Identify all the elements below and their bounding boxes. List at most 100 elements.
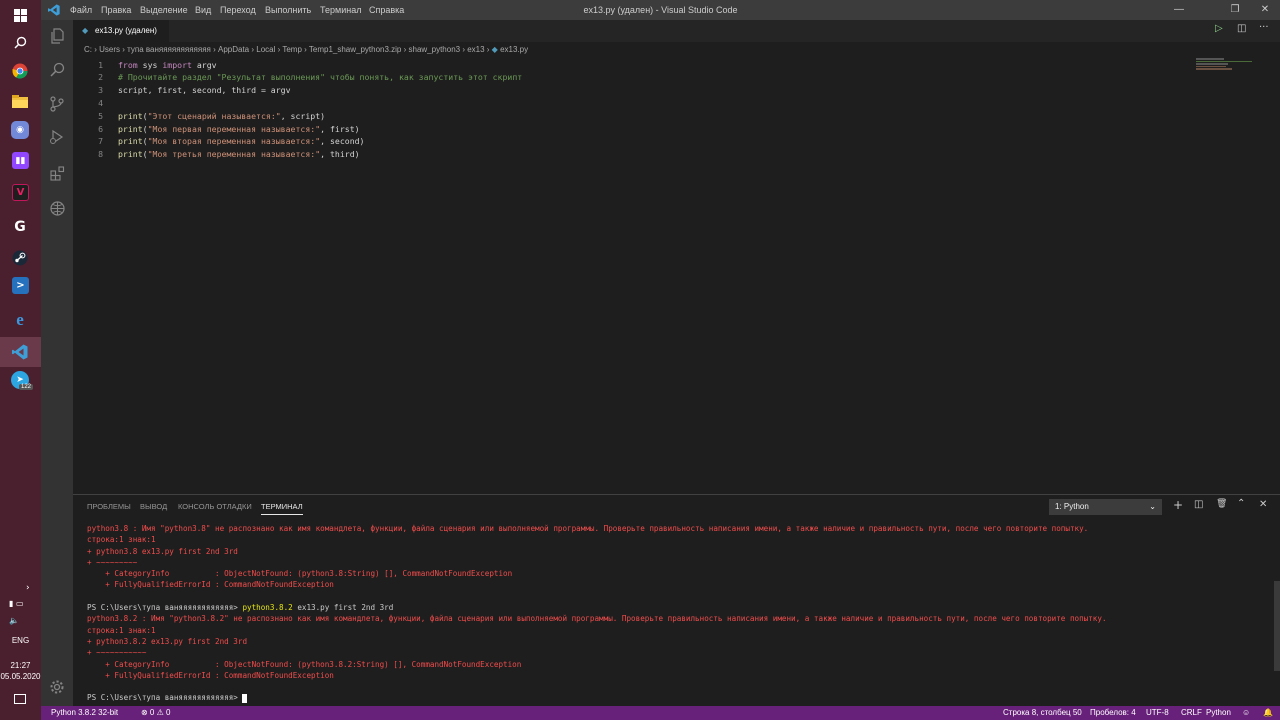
terminal-cursor <box>242 693 248 703</box>
terminal-line: PS C:\Users\тупа ваняяяяяяяяяяяя> python… <box>87 603 394 613</box>
breadcrumb-item[interactable]: тупа ваняяяяяяяяяяяя <box>127 45 211 54</box>
powershell-icon[interactable]: > <box>12 277 29 294</box>
chrome-icon[interactable] <box>8 59 32 83</box>
remote-explorer-icon[interactable] <box>41 192 73 224</box>
source-control-icon[interactable] <box>41 88 73 120</box>
terminal-line: + CategoryInfo : ObjectNotFound: (python… <box>87 569 513 579</box>
tab-debug-console[interactable]: КОНСОЛЬ ОТЛАДКИ <box>178 502 252 511</box>
breadcrumb-item[interactable]: Temp1_shaw_python3.zip <box>309 45 402 54</box>
code-editor[interactable]: 1 from sys import argv 2 # Прочитайте разде… <box>73 58 1280 494</box>
edge-icon[interactable]: e <box>8 308 32 332</box>
minimap[interactable] <box>1196 58 1256 70</box>
discord-icon[interactable]: ◉ <box>11 121 29 139</box>
cursor-position[interactable]: Строка 8, столбец 50 <box>1003 706 1082 720</box>
windows-start-icon[interactable] <box>8 3 32 27</box>
vs-icon[interactable]: V <box>12 184 29 201</box>
terminal-line: + FullyQualifiedErrorId : CommandNotFoun… <box>87 580 334 590</box>
notifications-icon[interactable] <box>14 694 26 704</box>
twitch-icon[interactable]: ▮▮ <box>12 152 29 169</box>
split-editor-icon[interactable]: ◫ <box>1237 23 1246 34</box>
bottom-panel: ПРОБЛЕМЫ ВЫВОД КОНСОЛЬ ОТЛАДКИ ТЕРМИНАЛ … <box>73 494 1280 706</box>
run-python-file-icon[interactable]: ▷ <box>1215 23 1223 34</box>
close-window-button[interactable]: ✕ <box>1250 0 1280 20</box>
close-panel-icon[interactable]: ✕ <box>1259 499 1267 510</box>
tab-output[interactable]: ВЫВОД <box>140 502 167 511</box>
terminal-line: + python3.8.2 ex13.py first 2nd 3rd <box>87 636 248 646</box>
breadcrumb: C: › Users › тупа ваняяяяяяяяяяяя › AppD… <box>73 42 1280 58</box>
clock-time[interactable]: 21:27 <box>0 661 41 670</box>
code-text: print("Моя третья переменная называется:… <box>118 149 360 160</box>
line-number: 7 <box>98 136 103 147</box>
notifications-bell-icon[interactable]: 🔔 <box>1263 706 1273 720</box>
line-ending[interactable]: CRLF <box>1181 706 1202 720</box>
encoding[interactable]: UTF-8 <box>1146 706 1169 720</box>
microphone-network-icon[interactable]: ▮ ▭ <box>9 599 24 608</box>
chevron-down-icon: ⌄ <box>1149 502 1156 511</box>
menu-edit[interactable]: Правка <box>101 0 131 20</box>
menu-selection[interactable]: Выделение <box>140 0 188 20</box>
language-indicator[interactable]: ENG <box>0 636 41 645</box>
clock-date[interactable]: 05.05.2020 <box>0 672 41 681</box>
explorer-icon[interactable] <box>41 20 73 52</box>
new-terminal-icon[interactable]: + <box>1173 498 1183 512</box>
breadcrumb-item[interactable]: AppData <box>218 45 249 54</box>
more-actions-icon[interactable]: ··· <box>1259 22 1269 33</box>
terminal-line: + FullyQualifiedErrorId : CommandNotFoun… <box>87 670 334 680</box>
menu-view[interactable]: Вид <box>195 0 211 20</box>
manage-gear-icon[interactable] <box>41 671 73 703</box>
terminal-select-value: 1: Python <box>1055 502 1089 511</box>
vscode-logo-icon <box>48 4 60 18</box>
kill-terminal-trash-icon[interactable]: 🗑 <box>1216 499 1227 509</box>
extensions-icon[interactable] <box>41 157 73 189</box>
code-text: print("Моя вторая переменная называется:… <box>118 136 365 147</box>
search-icon[interactable] <box>8 30 32 54</box>
problems-count[interactable]: ⊗ 0 ⚠ 0 <box>141 706 170 720</box>
split-terminal-icon[interactable]: ◫ <box>1194 499 1203 510</box>
tab-problems[interactable]: ПРОБЛЕМЫ <box>87 502 131 511</box>
python-interpreter[interactable]: Python 3.8.2 32-bit <box>51 706 118 720</box>
breadcrumb-item[interactable]: Users <box>99 45 120 54</box>
logitech-icon[interactable]: G <box>8 215 32 239</box>
breadcrumb-item[interactable]: Temp <box>282 45 302 54</box>
breadcrumb-item[interactable]: ex13.py <box>500 45 528 54</box>
terminal-scrollbar[interactable] <box>1274 581 1280 671</box>
terminal-select[interactable]: 1: Python ⌄ <box>1049 499 1162 515</box>
tab-ex13-py[interactable]: ◆ ex13.py (удален) <box>73 20 169 42</box>
menu-file[interactable]: Файл <box>70 0 92 20</box>
feedback-icon[interactable]: ☺ <box>1242 706 1250 720</box>
terminal-line: + ~~~~~~~~~~~ <box>87 648 147 658</box>
breadcrumb-item[interactable]: C: <box>84 45 92 54</box>
code-text: print("Этот сценарий называется:", scrip… <box>118 110 326 121</box>
line-number: 4 <box>98 97 103 108</box>
terminal-line: + CategoryInfo : ObjectNotFound: (python… <box>87 659 522 669</box>
menu-go[interactable]: Переход <box>220 0 256 20</box>
show-hidden-icons-chevron-icon[interactable]: › <box>26 583 30 593</box>
menu-help[interactable]: Справка <box>369 0 404 20</box>
maximize-panel-chevron-up-icon[interactable]: ⌃ <box>1237 498 1245 509</box>
breadcrumb-item[interactable]: Local <box>256 45 275 54</box>
breadcrumb-item[interactable]: shaw_python3 <box>409 45 461 54</box>
terminal-output[interactable]: python3.8 : Имя "python3.8" не распознан… <box>87 523 1107 704</box>
tab-terminal[interactable]: ТЕРМИНАЛ <box>261 502 303 515</box>
breadcrumb-item[interactable]: ex13 <box>467 45 484 54</box>
minimize-button[interactable]: — <box>1164 0 1194 20</box>
code-text: # Прочитайте раздел "Результат выполнени… <box>118 72 523 83</box>
menu-run[interactable]: Выполнить <box>265 0 311 20</box>
tab-label: ex13.py (удален) <box>95 26 157 35</box>
language-mode[interactable]: Python <box>1206 706 1231 720</box>
search-view-icon[interactable] <box>41 53 73 85</box>
restore-button[interactable]: ❐ <box>1220 0 1250 20</box>
volume-icon[interactable]: 🔈 <box>9 616 19 625</box>
steam-icon[interactable] <box>8 246 32 270</box>
line-number: 8 <box>98 149 103 160</box>
file-explorer-icon[interactable] <box>8 90 32 114</box>
terminal-line: + ~~~~~~~~~ <box>87 557 138 567</box>
indentation[interactable]: Пробелов: 4 <box>1090 706 1136 720</box>
code-text: print("Моя первая переменная называется:… <box>118 123 360 134</box>
menu-terminal[interactable]: Терминал <box>320 0 361 20</box>
terminal-line: строка:1 знак:1 <box>87 535 156 545</box>
vscode-icon[interactable] <box>8 340 32 364</box>
terminal-line: PS C:\Users\тупа ваняяяяяяяяяяяя> <box>87 692 1107 703</box>
run-debug-icon[interactable] <box>41 121 73 153</box>
